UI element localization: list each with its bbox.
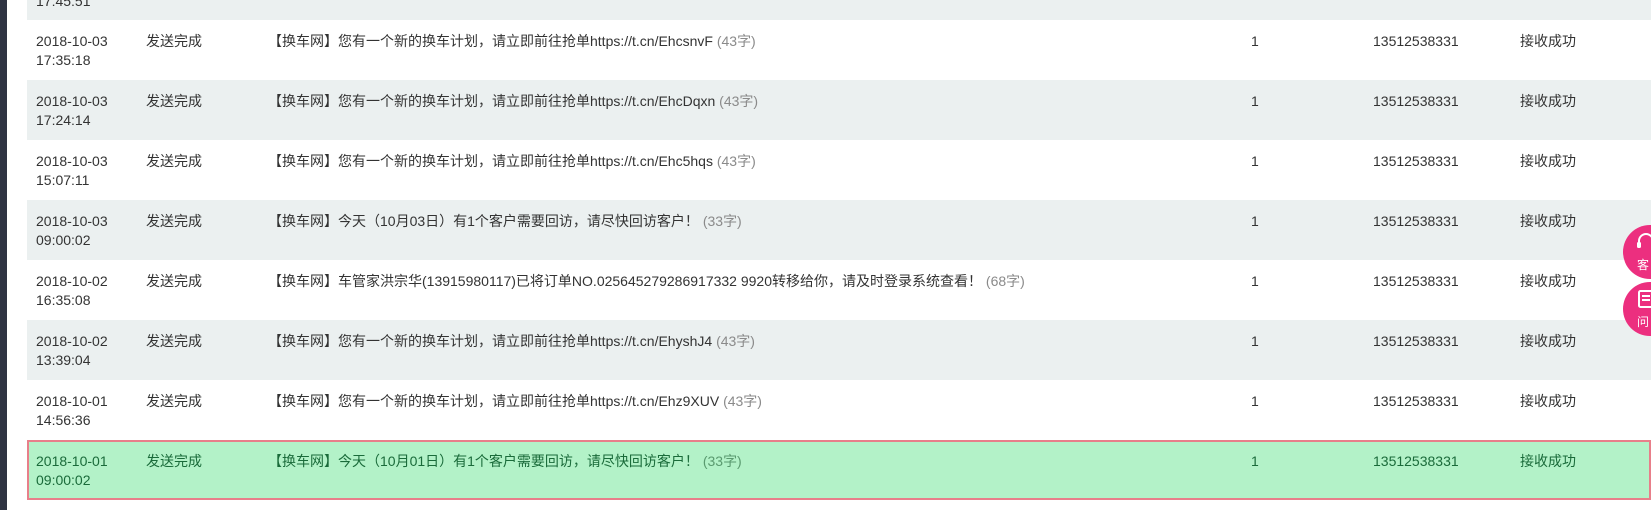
word-count: (33字) xyxy=(702,453,742,469)
document-icon xyxy=(1638,290,1651,308)
count-cell: 1 xyxy=(1251,393,1259,409)
message-text: 【换车网】您有一个新的换车计划，请立即前往抢单https://t.cn/Ehys… xyxy=(268,333,713,349)
table-row[interactable]: 2018-10-01 14:56:36 发送完成 【换车网】您有一个新的换车计划，请立… xyxy=(27,380,1651,440)
count-cell: 1 xyxy=(1251,333,1259,349)
time-cell: 2018-10-03 17:24:14 xyxy=(36,92,136,130)
phone-cell: 13512538331 xyxy=(1373,213,1459,229)
content-cell: 【换车网】您有一个新的换车计划，请立即前往抢单https://t.cn/Ehcs… xyxy=(268,32,756,51)
table-row[interactable]: 2018-10-03 17:24:14 发送完成 【换车网】您有一个新的换车计划，请立… xyxy=(27,80,1651,140)
time-text: 16:35:08 xyxy=(36,292,91,308)
time-cell: 2018-10-03 09:00:02 xyxy=(36,212,136,250)
message-text: 【换车网】您有一个新的换车计划，请立即前往抢单https://t.cn/Ehcs… xyxy=(268,33,713,49)
result-cell: 接收成功 xyxy=(1520,393,1576,409)
date-text: 2018-10-02 xyxy=(36,333,108,349)
question-label: 问 xyxy=(1637,315,1650,329)
status-cell: 发送完成 xyxy=(146,273,202,289)
table-row-selected[interactable]: 2018-10-01 09:00:02 发送完成 【换车网】今天（10月01日）有1个… xyxy=(27,440,1651,500)
count-cell: 1 xyxy=(1251,93,1259,109)
phone-cell: 13512538331 xyxy=(1373,393,1459,409)
count-cell: 1 xyxy=(1251,213,1259,229)
result-cell: 接收成功 xyxy=(1520,453,1576,469)
time-cell: 2018-10-02 13:39:04 xyxy=(36,332,136,370)
phone-cell: 13512538331 xyxy=(1373,33,1459,49)
date-text: 2018-10-01 xyxy=(36,393,108,409)
result-cell: 接收成功 xyxy=(1520,333,1576,349)
time-text: 13:39:04 xyxy=(36,352,91,368)
table-row[interactable]: 2018-10-02 13:39:04 发送完成 【换车网】您有一个新的换车计划，请立… xyxy=(27,320,1651,380)
customer-service-label: 客 xyxy=(1637,258,1650,272)
date-text: 2018-10-03 xyxy=(36,213,108,229)
content-cell: 【换车网】您有一个新的换车计划，请立即前往抢单https://t.cn/EhcD… xyxy=(268,92,758,111)
status-cell: 发送完成 xyxy=(146,453,202,469)
date-text: 2018-10-01 xyxy=(36,453,108,469)
table-row[interactable]: 2018-10-03 15:07:11 发送完成 【换车网】您有一个新的换车计划，请立… xyxy=(27,140,1651,200)
count-cell: 1 xyxy=(1251,273,1259,289)
phone-cell: 13512538331 xyxy=(1373,333,1459,349)
time-text: 17:45:51 xyxy=(36,0,91,9)
date-text: 2018-10-02 xyxy=(36,273,108,289)
status-cell: 发送完成 xyxy=(146,93,202,109)
word-count: (43字) xyxy=(719,93,759,109)
status-cell: 发送完成 xyxy=(146,333,202,349)
count-cell: 1 xyxy=(1251,33,1259,49)
time-text: 14:56:36 xyxy=(36,412,91,428)
time-text: 17:24:14 xyxy=(36,112,91,128)
time-cell: 17:45:51 xyxy=(36,0,136,11)
date-text: 2018-10-03 xyxy=(36,33,108,49)
content-cell: 【换车网】今天（10月01日）有1个客户需要回访，请尽快回访客户！ (33字) xyxy=(268,452,742,471)
time-cell: 2018-10-02 16:35:08 xyxy=(36,272,136,310)
content-cell: 【换车网】您有一个新的换车计划，请立即前往抢单https://t.cn/Ehys… xyxy=(268,332,755,351)
time-cell: 2018-10-03 15:07:11 xyxy=(36,152,136,190)
word-count: (43字) xyxy=(723,393,762,409)
phone-cell: 13512538331 xyxy=(1373,453,1459,469)
message-text: 【换车网】车管家洪宗华(13915980117)已将订单NO.025645279… xyxy=(268,273,983,289)
content-cell: 【换车网】您有一个新的换车计划，请立即前往抢单https://t.cn/Ehc5… xyxy=(268,152,756,171)
phone-cell: 13512538331 xyxy=(1373,153,1459,169)
date-text: 2018-10-03 xyxy=(36,153,108,169)
content-cell: 【换车网】今天（10月03日）有1个客户需要回访，请尽快回访客户！ (33字) xyxy=(268,212,742,231)
count-cell: 1 xyxy=(1251,153,1259,169)
content-cell: 【换车网】您有一个新的换车计划，请立即前往抢单https://t.cn/Ehz9… xyxy=(268,392,762,411)
table-row-partial: 17:45:51 xyxy=(27,0,1651,20)
message-text: 【换车网】今天（10月01日）有1个客户需要回访，请尽快回访客户！ xyxy=(268,453,699,469)
phone-cell: 13512538331 xyxy=(1373,93,1459,109)
word-count: (68字) xyxy=(985,273,1025,289)
status-cell: 发送完成 xyxy=(146,213,202,229)
phone-cell: 13512538331 xyxy=(1373,273,1459,289)
word-count: (43字) xyxy=(716,153,756,169)
table-row[interactable]: 2018-10-03 17:35:18 发送完成 【换车网】您有一个新的换车计划，请立… xyxy=(27,20,1651,80)
message-text: 【换车网】您有一个新的换车计划，请立即前往抢单https://t.cn/Ehz9… xyxy=(268,393,720,409)
date-text: 2018-10-03 xyxy=(36,93,108,109)
table-row[interactable]: 2018-10-02 16:35:08 发送完成 【换车网】车管家洪宗华(139159… xyxy=(27,260,1651,320)
word-count: (33字) xyxy=(702,213,742,229)
status-cell: 发送完成 xyxy=(146,153,202,169)
time-cell: 2018-10-01 14:56:36 xyxy=(36,392,136,430)
time-text: 15:07:11 xyxy=(36,172,90,188)
message-text: 【换车网】今天（10月03日）有1个客户需要回访，请尽快回访客户！ xyxy=(268,213,699,229)
time-cell: 2018-10-01 09:00:02 xyxy=(36,452,136,490)
sms-log-table: 17:45:51 2018-10-03 17:35:18 发送完成 【换车网】您有一个… xyxy=(27,0,1651,500)
result-cell: 接收成功 xyxy=(1520,33,1576,49)
time-text: 09:00:02 xyxy=(36,232,91,248)
message-text: 【换车网】您有一个新的换车计划，请立即前往抢单https://t.cn/EhcD… xyxy=(268,93,716,109)
table-row[interactable]: 2018-10-03 09:00:02 发送完成 【换车网】今天（10月03日）有1个… xyxy=(27,200,1651,260)
status-cell: 发送完成 xyxy=(146,33,202,49)
left-sidebar-edge xyxy=(0,0,7,510)
result-cell: 接收成功 xyxy=(1520,93,1576,109)
headset-icon xyxy=(1637,233,1651,248)
word-count: (43字) xyxy=(716,333,755,349)
time-cell: 2018-10-03 17:35:18 xyxy=(36,32,136,70)
time-text: 09:00:02 xyxy=(36,472,91,488)
message-text: 【换车网】您有一个新的换车计划，请立即前往抢单https://t.cn/Ehc5… xyxy=(268,153,713,169)
count-cell: 1 xyxy=(1251,453,1259,469)
result-cell: 接收成功 xyxy=(1520,153,1576,169)
time-text: 17:35:18 xyxy=(36,52,91,68)
result-cell: 接收成功 xyxy=(1520,273,1576,289)
status-cell: 发送完成 xyxy=(146,393,202,409)
result-cell: 接收成功 xyxy=(1520,213,1576,229)
word-count: (43字) xyxy=(716,33,756,49)
content-cell: 【换车网】车管家洪宗华(13915980117)已将订单NO.025645279… xyxy=(268,272,1025,291)
